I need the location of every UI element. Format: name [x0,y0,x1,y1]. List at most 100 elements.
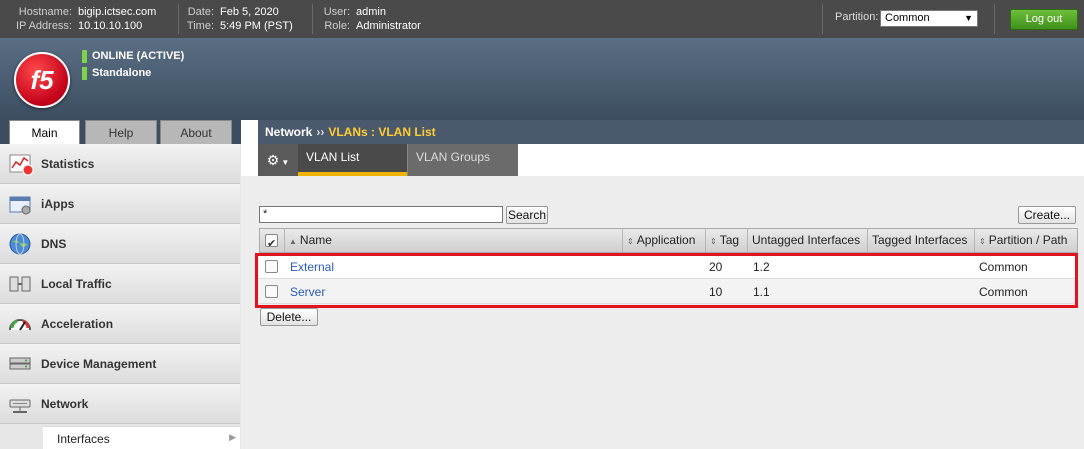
logout-button[interactable]: Log out [1010,9,1078,30]
sidebar-item-label: Acceleration [41,317,114,331]
local-traffic-icon [9,276,31,292]
search-input[interactable]: * [259,206,503,223]
column-label: Untagged Interfaces [752,233,861,247]
partition-cell: Common [979,260,1028,274]
sidebar-item-statistics[interactable]: Statistics [0,144,240,184]
select-all-checkbox[interactable] [265,233,278,256]
sidebar-item-dns[interactable]: DNS [0,224,240,264]
network-icon [9,399,31,413]
iapps-icon [9,196,31,215]
tag-cell: 20 [709,260,723,274]
chevron-right-icon: ▶ [229,432,236,442]
sidebar-subitem-interfaces[interactable]: Interfaces ▶ [43,426,240,449]
delete-button[interactable]: Delete... [260,308,318,326]
status-online: ONLINE (ACTIVE) [82,50,184,63]
partition-cell: Common [979,285,1028,299]
role-label: Role: [324,20,350,32]
sort-asc-icon: ▲ [289,237,297,246]
tab-about[interactable]: About [160,120,232,144]
sidebar-subitem-label: Interfaces [57,432,110,446]
sidebar-item-local-traffic[interactable]: Local Traffic [0,264,240,304]
divider [312,4,313,34]
breadcrumb-current: VLANs : VLAN List [328,125,436,139]
user-label: User: [323,6,350,18]
column-untagged: Untagged Interfaces [748,229,868,252]
sidebar-item-label: DNS [41,237,67,251]
column-tag[interactable]: ⇕ Tag [706,229,748,252]
time-label: Time: [186,20,214,32]
sidebar-item-label: Device Management [41,357,157,371]
sidebar: Statistics iApps DNS Local Traffic Accel… [0,144,241,449]
breadcrumb-root[interactable]: Network [265,125,312,139]
user-info: User: admin Role: Administrator [320,5,421,33]
date-value: Feb 5, 2020 [220,6,279,18]
sidebar-item-iapps[interactable]: iApps [0,184,240,224]
column-label: Tagged Interfaces [872,233,968,247]
sort-icon: ⇕ [710,237,717,246]
dropdown-arrow-icon: ▼ [964,13,973,23]
hostname-label: Hostname: [18,6,72,18]
date-label: Date: [187,6,214,18]
host-info: Hostname: bigip.ictsec.com IP Address: 10.… [8,5,156,33]
sort-icon: ⇕ [627,237,634,246]
column-tagged: Tagged Interfaces [868,229,975,252]
column-application[interactable]: ⇕ Application [623,229,706,252]
vlan-name-link[interactable]: External [290,260,334,274]
status-standalone: Standalone [82,67,151,80]
partition-select[interactable]: Common ▼ [880,10,978,27]
sort-icon: ⇕ [979,237,986,246]
f5-logo: f5 [14,52,70,108]
column-label: Tag [719,233,740,247]
column-partition[interactable]: ⇕ Partition / Path [975,229,1077,252]
column-label: Name [299,233,332,247]
hostname-value: bigip.ictsec.com [78,6,157,18]
gear-menu-icon[interactable]: ⚙ ▼ [258,144,298,176]
time-value: 5:49 PM (PST) [220,20,293,32]
header-band: f5 ONLINE (ACTIVE) Standalone [0,38,1084,120]
row-checkbox[interactable] [265,285,278,298]
sidebar-item-device-management[interactable]: Device Management [0,344,240,384]
table-row: External 20 1.2 Common [259,254,1078,279]
divider [178,4,179,34]
tag-cell: 10 [709,285,723,299]
sidebar-item-label: iApps [41,197,75,211]
partition-label: Partition: [835,11,879,23]
top-bar: Hostname: bigip.ictsec.com IP Address: 10.… [0,0,1084,38]
gauge-icon [9,319,31,331]
tab-main[interactable]: Main [9,120,80,144]
select-all-cell [260,229,285,256]
ip-value: 10.10.10.100 [78,20,143,32]
table-header: ▲Name ⇕Application ⇕Tag Untagged Interfa… [259,228,1078,256]
untagged-cell: 1.1 [753,285,770,299]
role-value: Administrator [356,20,421,32]
column-name[interactable]: ▲ Name [285,229,623,252]
table-row: Server 10 1.1 Common [259,279,1078,304]
create-button[interactable]: Create... [1018,206,1076,224]
sidebar-item-label: Network [41,397,89,411]
dns-globe-icon [9,233,31,255]
search-button[interactable]: Search [506,206,548,224]
device-icon [9,357,31,370]
sidebar-item-label: Local Traffic [41,277,112,291]
subtab-vlan-list[interactable]: VLAN List [298,144,407,176]
sidebar-item-label: Statistics [41,157,95,171]
datetime-info: Date: Feb 5, 2020 Time: 5:49 PM (PST) [186,5,293,33]
divider [994,4,995,34]
vlan-name-link[interactable]: Server [290,285,325,299]
breadcrumb-separator: ›› [316,125,325,139]
statistics-icon [9,154,34,176]
row-checkbox[interactable] [265,260,278,273]
breadcrumb: Network ›› VLANs : VLAN List [258,120,1084,144]
sidebar-item-acceleration[interactable]: Acceleration [0,304,240,344]
user-value: admin [356,6,386,18]
ip-label: IP Address: [15,20,72,32]
column-label: Application [636,233,696,247]
divider [822,4,823,34]
tab-help[interactable]: Help [85,120,157,144]
main-tabs: Main Help About [0,120,241,144]
partition-value: Common [885,12,930,24]
subtab-vlan-groups[interactable]: VLAN Groups [407,144,518,176]
untagged-cell: 1.2 [753,260,770,274]
column-label: Partition / Path [988,233,1068,247]
sidebar-item-network[interactable]: Network [0,384,240,424]
